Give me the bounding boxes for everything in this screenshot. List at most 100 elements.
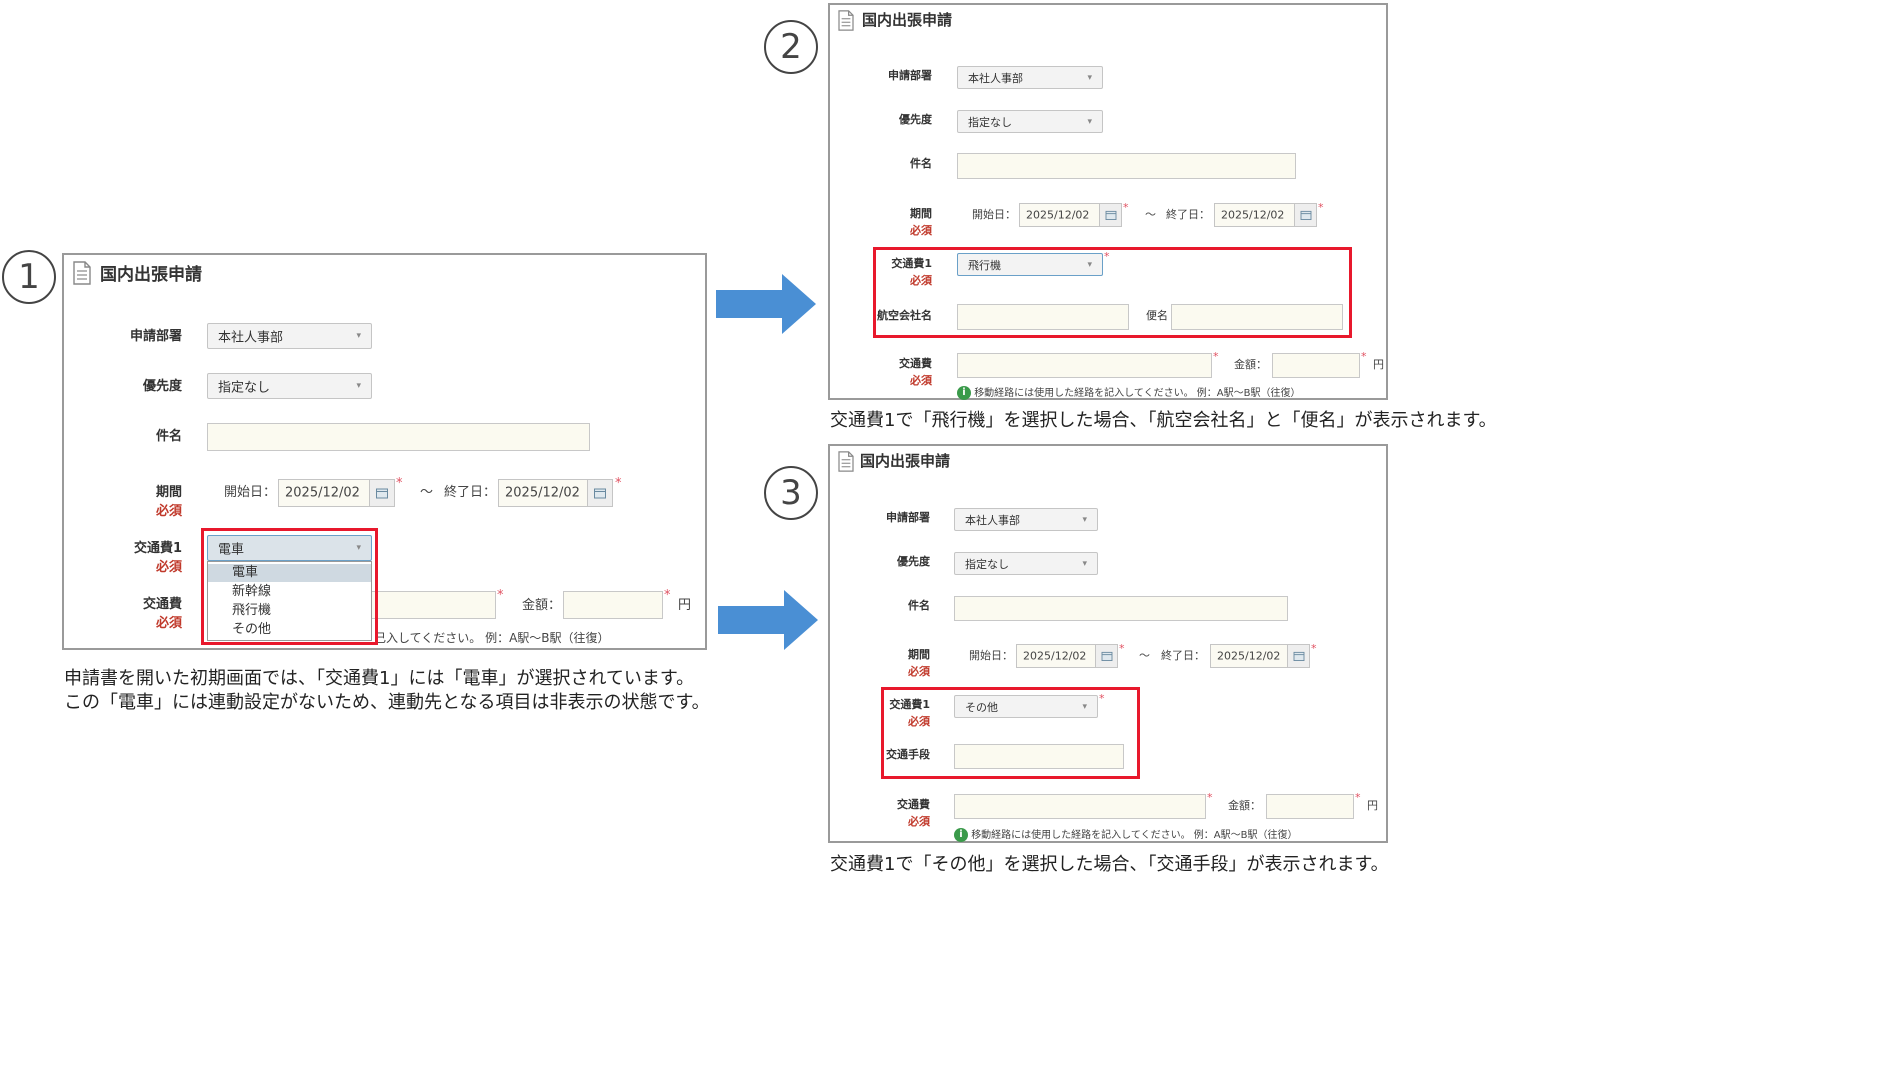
subject-label: 件名 [155,429,182,444]
panel-title: 国内出張申請 [860,452,951,470]
chevron-down-icon: ▾ [1082,514,1087,525]
yen-label: 円 [678,598,692,613]
caption-2: 交通費1で「飛行機」を選択した場合、「航空会社名」と「便名」が表示されます。 [830,410,1497,431]
start-date-label: 開始日： [224,485,277,500]
required-star: * [497,588,504,603]
required-star: * [1123,201,1129,214]
start-date-label: 開始日： [972,208,1016,221]
required-star: * [1207,791,1213,804]
panel-title: 国内出張申請 [100,265,202,285]
period-required: 必須 [155,504,182,519]
dept-label: 申請部署 [888,69,932,82]
amount-label: 金額： [1228,799,1261,812]
priority-value: 指定なし [218,380,271,396]
step-marker-1: 1 [2,250,56,304]
highlight-box [201,528,378,645]
amount-label: 金額： [522,598,562,613]
start-date-field[interactable]: 2025/12/02 [278,479,395,507]
priority-label: 優先度 [899,113,932,126]
required-star: * [1213,350,1219,363]
amount-input[interactable] [563,591,663,619]
end-date-field[interactable]: 2025/12/02 [498,479,613,507]
fare-hint-text: 移動経路には使用した経路を記入してください。 例：A駅〜B駅（往復） [971,830,1298,841]
end-date-value: 2025/12/02 [1221,208,1285,222]
fare1-label: 交通費1 [133,541,182,556]
caption-1-line2: この「電車」には連動設定がないため、連動先となる項目は非表示の状態です。 [64,692,710,713]
period-label: 期間 [908,648,930,661]
priority-select[interactable]: 指定なし ▾ [957,110,1103,133]
dept-label: 申請部署 [129,329,182,344]
chevron-down-icon: ▾ [356,381,361,391]
dept-value: 本社人事部 [218,330,284,346]
amount-label: 金額： [1234,358,1267,371]
end-date-label: 終了日： [1161,649,1205,662]
fare-input[interactable] [957,353,1212,378]
document-icon [838,10,854,31]
priority-select[interactable]: 指定なし ▾ [207,373,372,399]
start-date-field[interactable]: 2025/12/02 [1019,203,1122,227]
calendar-icon[interactable] [1099,204,1121,226]
required-star: * [396,476,403,491]
calendar-icon[interactable] [587,480,612,506]
step-marker-3: 3 [764,466,818,520]
fare-label: 交通費 [899,357,932,370]
end-date-label: 終了日： [1166,208,1210,221]
arrow-right-icon [718,590,818,650]
fare-hint: i 移動経路には使用した経路を記入してください。 例：A駅〜B駅（往復） [954,826,1297,842]
subject-label: 件名 [910,157,932,170]
info-icon: i [954,828,968,842]
end-date-label: 終了日： [444,485,497,500]
dept-select[interactable]: 本社人事部 ▾ [957,66,1103,89]
priority-label: 優先度 [142,379,182,394]
yen-label: 円 [1373,358,1384,371]
required-star: * [615,476,622,491]
amount-input[interactable] [1266,794,1354,819]
fare-hint: i 移動経路には使用した経路を記入してください。 例：A駅〜B駅（往復） [957,384,1300,400]
form-panel-2: 国内出張申請 申請部署 本社人事部 ▾ 優先度 指定なし ▾ 件名 期間 必須 開始… [828,3,1388,400]
start-date-value: 2025/12/02 [1026,208,1090,222]
subject-input[interactable] [957,153,1296,179]
calendar-icon[interactable] [1095,645,1117,667]
arrow-right-icon [716,274,816,334]
fare-hint: 己入してください。 例：A駅〜B駅（往復） [374,631,610,645]
priority-select[interactable]: 指定なし ▾ [954,552,1098,575]
form-panel-3: 国内出張申請 申請部署 本社人事部 ▾ 優先度 指定なし ▾ 件名 期間 必須 開始… [828,444,1388,843]
calendar-icon[interactable] [369,480,394,506]
fare-label: 交通費 [142,597,182,612]
start-date-label: 開始日： [969,649,1013,662]
dept-select[interactable]: 本社人事部 ▾ [207,323,372,349]
fare-hint-text: 移動経路には使用した経路を記入してください。 例：A駅〜B駅（往復） [974,388,1301,399]
info-icon: i [957,386,971,400]
subject-input[interactable] [954,596,1288,621]
required-star: * [1318,201,1324,214]
panel-title: 国内出張申請 [862,11,953,29]
required-star: * [1119,642,1125,655]
required-star: * [1361,350,1367,363]
period-label: 期間 [910,207,932,220]
priority-value: 指定なし [965,557,1009,571]
calendar-icon[interactable] [1294,204,1316,226]
subject-input[interactable] [207,423,590,451]
required-star: * [1311,642,1317,655]
end-date-field[interactable]: 2025/12/02 [1214,203,1317,227]
tilde: 〜 [420,485,434,500]
highlight-box [881,687,1140,779]
start-date-value: 2025/12/02 [1023,649,1087,663]
start-date-field[interactable]: 2025/12/02 [1016,644,1118,668]
required-star: * [1355,791,1361,804]
end-date-value: 2025/12/02 [505,485,580,501]
document-icon [73,261,91,285]
highlight-box [873,247,1352,338]
dept-select[interactable]: 本社人事部 ▾ [954,508,1098,531]
chevron-down-icon: ▾ [1087,116,1092,127]
end-date-field[interactable]: 2025/12/02 [1210,644,1310,668]
fare-required: 必須 [910,374,932,387]
fare-input[interactable] [364,591,496,619]
fare-input[interactable] [954,794,1206,819]
period-label: 期間 [155,485,182,500]
dept-value: 本社人事部 [968,71,1023,85]
calendar-icon[interactable] [1287,645,1309,667]
amount-input[interactable] [1272,353,1360,378]
tilde: 〜 [1139,649,1150,662]
end-date-value: 2025/12/02 [1217,649,1281,663]
